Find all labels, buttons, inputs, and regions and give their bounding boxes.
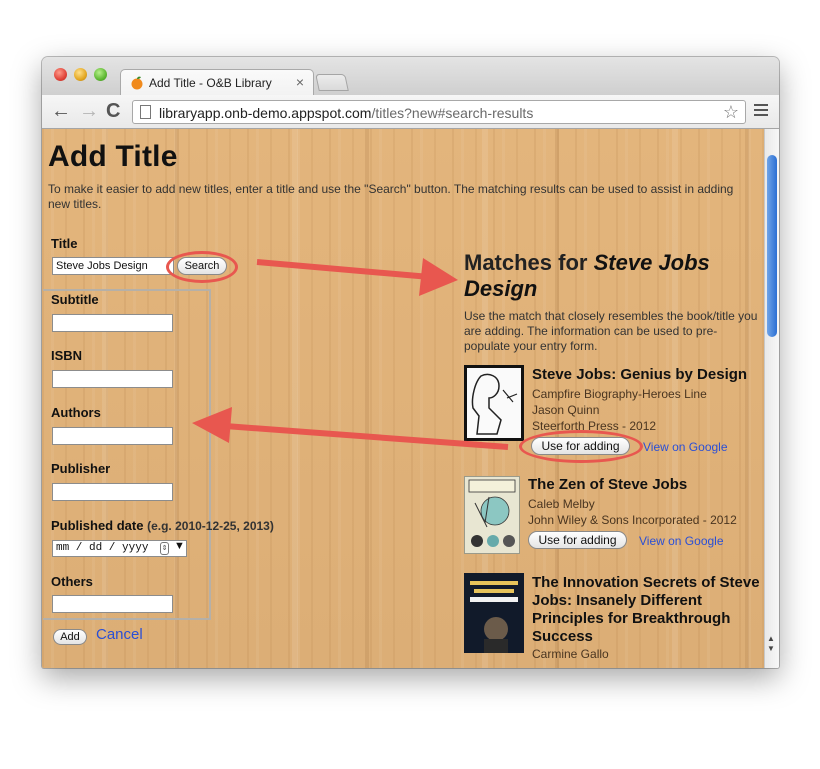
arrow-to-fields (224, 423, 509, 450)
browser-window: Add Title - O&B Library × ← → C librarya… (42, 57, 779, 668)
bookmark-star-icon[interactable]: ☆ (723, 102, 739, 123)
minimize-window-button[interactable] (74, 68, 87, 81)
zoom-window-button[interactable] (94, 68, 107, 81)
new-tab-button[interactable] (315, 74, 349, 91)
reload-icon[interactable]: C (106, 100, 120, 122)
annotation-arrows (192, 258, 509, 450)
peach-favicon-icon (131, 76, 143, 90)
menu-icon[interactable] (754, 104, 768, 119)
scrollbar-thumb[interactable] (767, 155, 777, 337)
back-icon[interactable]: ← (51, 100, 71, 122)
arrow-to-matches (256, 259, 431, 280)
tab-title: Add Title - O&B Library (149, 76, 272, 90)
forward-icon[interactable]: → (79, 100, 99, 122)
browser-toolbar: ← → C libraryapp.onb-demo.appspot.com/ti… (42, 95, 779, 129)
close-window-button[interactable] (54, 68, 67, 81)
page-icon (140, 105, 151, 119)
tab-bar: Add Title - O&B Library × (42, 57, 779, 96)
arrow-head-icon (192, 407, 232, 443)
scroll-arrows-icon[interactable]: ▲ ▼ (767, 634, 775, 654)
address-bar[interactable]: libraryapp.onb-demo.appspot.com/titles?n… (132, 100, 746, 124)
arrow-head-icon (419, 258, 458, 296)
page-scrollbar[interactable]: ▲ ▼ (764, 129, 779, 668)
page-content: Add Title To make it easier to add new t… (42, 129, 764, 668)
url-text: libraryapp.onb-demo.appspot.com/titles?n… (159, 105, 534, 121)
tab-close-icon[interactable]: × (296, 74, 304, 90)
tab-add-title[interactable]: Add Title - O&B Library × (120, 69, 314, 96)
